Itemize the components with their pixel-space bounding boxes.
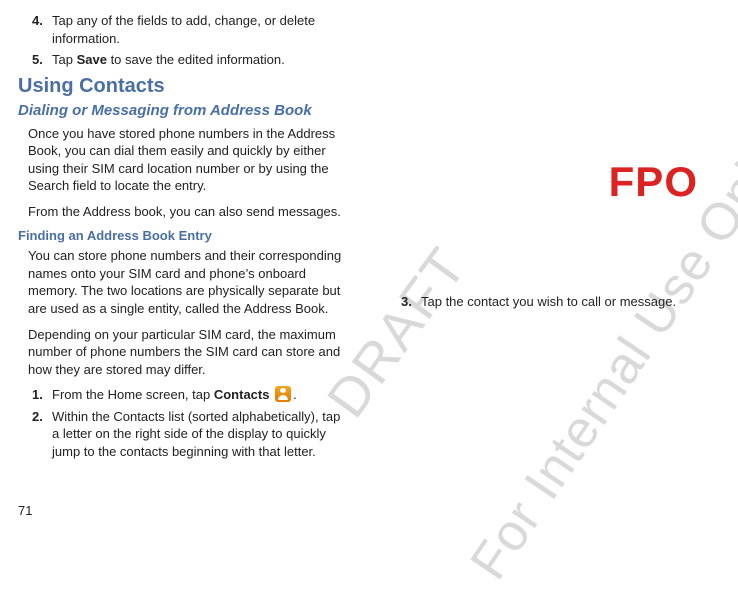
step-text: Within the Contacts list (sorted alphabe…: [52, 408, 351, 461]
right-column: FPO 3. Tap the contact you wish to call …: [369, 8, 720, 516]
heading-dialing-messaging: Dialing or Messaging from Address Book: [18, 102, 351, 119]
heading-finding-entry: Finding an Address Book Entry: [18, 228, 351, 243]
step-number: 3.: [401, 293, 421, 311]
contacts-icon: [275, 386, 291, 402]
step-number: 4.: [32, 12, 52, 47]
page: DRAFT For Internal Use Only 4. Tap any o…: [0, 0, 738, 526]
step-3: 3. Tap the contact you wish to call or m…: [401, 293, 720, 311]
step-number: 5.: [32, 51, 52, 69]
text-part: Tap: [52, 52, 77, 67]
bold-word: Save: [77, 52, 107, 67]
step-2: 2. Within the Contacts list (sorted alph…: [32, 408, 351, 461]
left-column: 4. Tap any of the fields to add, change,…: [18, 8, 369, 516]
paragraph: Depending on your particular SIM card, t…: [28, 326, 351, 379]
text-part: .: [293, 387, 297, 402]
paragraph: From the Address book, you can also send…: [28, 203, 351, 221]
text-part: to save the edited information.: [107, 52, 285, 67]
step-4: 4. Tap any of the fields to add, change,…: [32, 12, 351, 47]
step-text: Tap Save to save the edited information.: [52, 51, 351, 69]
step-5: 5. Tap Save to save the edited informati…: [32, 51, 351, 69]
step-text: Tap any of the fields to add, change, or…: [52, 12, 351, 47]
step-number: 1.: [32, 386, 52, 404]
page-number: 71: [18, 503, 32, 518]
fpo-label: FPO: [609, 158, 698, 206]
paragraph: Once you have stored phone numbers in th…: [28, 125, 351, 195]
heading-using-contacts: Using Contacts: [18, 75, 351, 98]
text-part: [269, 387, 273, 402]
step-1: 1. From the Home screen, tap Contacts .: [32, 386, 351, 404]
bold-word: Contacts: [214, 387, 270, 402]
step-text: From the Home screen, tap Contacts .: [52, 386, 351, 404]
text-part: From the Home screen, tap: [52, 387, 214, 402]
paragraph: You can store phone numbers and their co…: [28, 247, 351, 317]
step-text: Tap the contact you wish to call or mess…: [421, 293, 720, 311]
step-number: 2.: [32, 408, 52, 461]
